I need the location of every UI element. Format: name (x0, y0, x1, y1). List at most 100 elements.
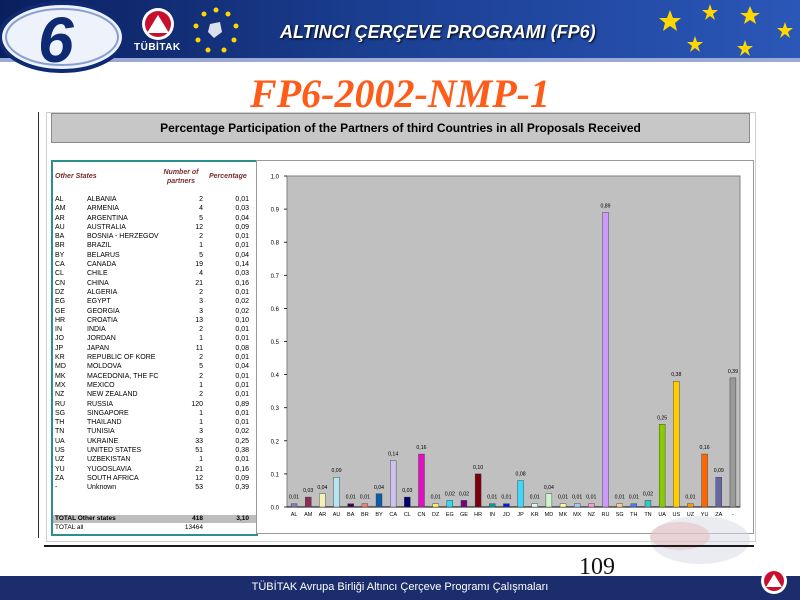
bar (503, 503, 510, 508)
x-tick-label: AM (304, 512, 313, 518)
partner-count: 4 (199, 270, 203, 278)
partner-count: 1 (199, 335, 203, 343)
partner-count: 1 (199, 419, 203, 427)
bar (460, 500, 468, 508)
table-row: HR CROATIA 13 0,10 (53, 316, 256, 325)
partner-count: 12 (195, 474, 203, 482)
eu-flag-stars-icon (659, 4, 793, 56)
bottom-divider (44, 545, 754, 547)
partner-count: 53 (195, 484, 203, 492)
eu-turkey-flag-decoration (650, 516, 750, 564)
country-code: DZ (55, 288, 65, 296)
table-row: JP JAPAN 11 0,08 (53, 344, 256, 353)
bar (673, 381, 680, 508)
country-name: MOLDOVA (87, 363, 122, 371)
bar-value-label: 0,01 (501, 495, 511, 501)
table-body: AL ALBANIA 2 0,01 AM ARMENIA 4 0,03 AR ARGENTINA 5… (53, 195, 256, 493)
country-code: US (55, 447, 65, 455)
x-tick-label: GE (460, 512, 468, 518)
bar-value-label: 0,04 (374, 485, 384, 491)
table-row: TN TUNISIA 3 0,02 (53, 427, 256, 436)
bar (418, 453, 425, 508)
partner-count: 2 (199, 288, 203, 296)
country-name: JORDAN (87, 335, 116, 343)
table-row: CL CHILE 4 0,03 (53, 269, 256, 278)
percentage-value: 0,01 (235, 391, 249, 399)
bar (729, 377, 737, 508)
x-tick-label: JP (517, 512, 524, 518)
slide-title: FP6-2002-NMP-1 (250, 71, 550, 116)
percentage-value: 0,01 (235, 381, 249, 389)
country-code: BR (55, 242, 65, 250)
country-name: EGYPT (87, 298, 111, 306)
partner-count: 3 (199, 307, 203, 315)
country-code: CN (55, 279, 66, 287)
country-name: TUNISIA (87, 428, 115, 436)
fp6-logo: 6 (0, 1, 126, 74)
table-row: AM ARMENIA 4 0,03 (53, 204, 256, 213)
bar-value-label: 0,01 (530, 495, 540, 501)
percentage-value: 0,01 (235, 354, 249, 362)
y-tick-label: 0.6 (271, 307, 280, 313)
country-name: UKRAINE (87, 437, 119, 445)
y-tick-label: 0.1 (271, 472, 280, 478)
country-code: AR (55, 214, 65, 222)
bar-value-label: 0,16 (700, 445, 710, 451)
table-row: IN INDIA 2 0,01 (53, 325, 256, 334)
y-tick-label: 0.7 (271, 274, 280, 280)
partner-count: 4 (199, 205, 203, 213)
bar (446, 500, 453, 508)
bar-value-label: 0,01 (431, 495, 441, 501)
country-name: CHINA (87, 279, 109, 287)
plot-area (286, 175, 741, 508)
partner-count: 3 (199, 428, 203, 436)
country-name: SOUTH AFRICA (87, 474, 139, 482)
country-code: JO (55, 335, 64, 343)
bar (489, 503, 496, 508)
country-code: MK (55, 372, 66, 380)
left-divider (38, 112, 39, 538)
country-name: THAILAND (87, 419, 122, 427)
total-percentage: 3,10 (236, 515, 249, 522)
bar (305, 496, 312, 508)
table-row: KR REPUBLIC OF KORE 2 0,01 (53, 353, 256, 362)
x-tick-label: CN (418, 512, 426, 518)
chart-container: Percentage Participation of the Partners… (46, 112, 756, 542)
partner-count: 12 (195, 223, 203, 231)
country-name: YUGOSLAVIA (87, 465, 132, 473)
bar-chart: 0.0 0.1 0.2 0.3 0.4 0.5 0.6 0.7 0.8 0.9 1.0 0,01 AL 0… (256, 160, 754, 534)
eu-stars-small-icon (193, 7, 239, 53)
percentage-value: 0,01 (235, 372, 249, 380)
y-tick-label: 0.4 (271, 373, 280, 379)
bar (474, 473, 482, 508)
x-tick-label: BY (375, 512, 383, 518)
y-tick-label: 0.5 (271, 340, 280, 346)
country-code: UA (55, 437, 65, 445)
bar-value-label: 0,08 (516, 472, 526, 478)
partner-count: 11 (195, 344, 203, 352)
bar-value-label: 0,38 (671, 372, 681, 378)
y-tick-label: 0.0 (271, 506, 280, 512)
partner-count: 1 (199, 409, 203, 417)
country-code: AL (55, 196, 64, 203)
bar-value-label: 0,04 (317, 485, 327, 491)
partner-count: 21 (195, 279, 203, 287)
percentage-value: 0,01 (235, 409, 249, 417)
percentage-value: 0,03 (235, 270, 249, 278)
x-tick-label: NZ (588, 512, 596, 518)
country-name: UNITED STATES (87, 447, 142, 455)
table-row: JO JORDAN 1 0,01 (53, 334, 256, 343)
bar-value-label: 0,01 (289, 495, 299, 501)
x-tick-label: MD (545, 512, 554, 518)
country-name: JAPAN (87, 344, 110, 352)
country-code: RU (55, 400, 66, 408)
country-code: UZ (55, 456, 65, 464)
bar (588, 503, 595, 508)
percentage-value: 0,16 (235, 279, 249, 287)
table-row: NZ NEW ZEALAND 2 0,01 (53, 390, 256, 399)
percentage-value: 0,02 (235, 428, 249, 436)
x-tick-label: DZ (432, 512, 440, 518)
x-tick-label: KR (531, 512, 539, 518)
bar (404, 496, 411, 508)
x-tick-label: IN (490, 512, 496, 518)
